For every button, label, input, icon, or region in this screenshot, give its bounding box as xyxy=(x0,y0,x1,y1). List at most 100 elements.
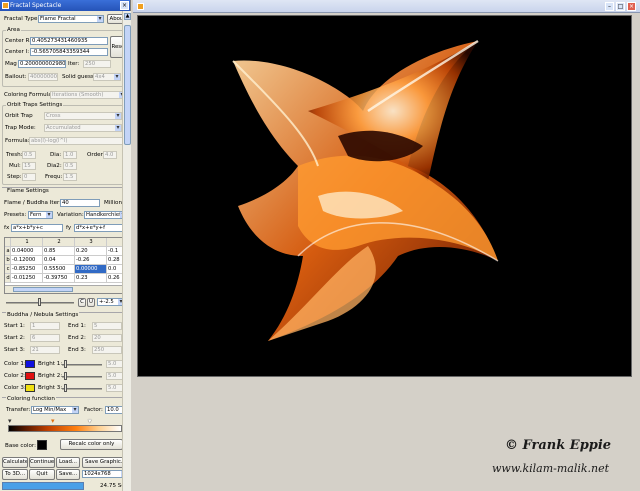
bright2-slider[interactable] xyxy=(62,376,102,378)
grid-cell[interactable]: 0.04 xyxy=(43,256,75,265)
range-select[interactable]: +-2.5 xyxy=(97,298,125,306)
flame-iter-label: Flame / Buddha Iter: xyxy=(4,200,62,206)
start1-input[interactable]: 1 xyxy=(30,322,60,330)
variation-slider-thumb[interactable] xyxy=(38,298,41,306)
thresh-input[interactable]: 0.5 xyxy=(22,151,36,159)
bright3-slider[interactable] xyxy=(62,388,102,390)
grid-cell[interactable]: -0.39750 xyxy=(43,274,75,283)
grid-cell-selected[interactable]: 0.00000 xyxy=(75,265,107,274)
fractal-canvas[interactable] xyxy=(137,15,632,377)
coloring-formula-select[interactable]: Iterations (Smooth) xyxy=(50,91,126,99)
scroll-thumb[interactable] xyxy=(124,25,131,145)
end1-input[interactable]: 5 xyxy=(92,322,122,330)
transfer-label: Transfer: xyxy=(6,407,31,413)
c-button[interactable]: C xyxy=(78,298,86,307)
panel-scrollbar[interactable]: ▲ xyxy=(122,11,131,491)
center-r-label: Center R: xyxy=(5,38,32,44)
order-input[interactable]: 4.0 xyxy=(103,151,117,159)
bright1-slider[interactable] xyxy=(62,364,102,366)
dia2-input[interactable]: 0.5 xyxy=(63,162,77,170)
quit-button[interactable]: Quit xyxy=(29,469,55,480)
gradient-stop-start-icon[interactable]: ▾ xyxy=(8,417,12,425)
grid-cell[interactable]: 0.55500 xyxy=(43,265,75,274)
trap-mode-label: Trap Mode: xyxy=(5,125,36,131)
variation-value: Handkerchief xyxy=(86,212,122,218)
render-close-icon[interactable]: × xyxy=(627,2,636,11)
dia-input[interactable]: 1.0 xyxy=(63,151,77,159)
start2-input[interactable]: 6 xyxy=(30,334,60,342)
grid-cell[interactable]: 0.20 xyxy=(75,247,107,256)
range-value: +-2.5 xyxy=(99,299,114,305)
color1-swatch[interactable] xyxy=(25,360,35,368)
iter-input[interactable]: 250 xyxy=(83,60,111,68)
fy-input[interactable]: d*x+e*y+f xyxy=(74,224,126,232)
bright3-thumb[interactable] xyxy=(64,384,67,392)
freq-input[interactable]: 1.5 xyxy=(63,173,77,181)
transfer-select[interactable]: Log Min/Max xyxy=(31,406,79,414)
size-value: 1024x768 xyxy=(84,471,111,477)
gradient-stop-mid-icon[interactable]: ▾ xyxy=(51,417,55,425)
flame-iter-input[interactable]: 40 xyxy=(60,199,100,207)
bailout-input[interactable]: 400000000 xyxy=(28,73,58,81)
recalc-color-button[interactable]: Recalc color only xyxy=(60,439,123,450)
grid-cell[interactable]: -0.85250 xyxy=(11,265,43,274)
progress-bar xyxy=(2,482,84,490)
close-button[interactable]: × xyxy=(120,1,129,10)
grid-cell[interactable]: -0.12000 xyxy=(11,256,43,265)
grid-cell[interactable]: -0.26 xyxy=(75,256,107,265)
scroll-up-icon[interactable]: ▲ xyxy=(124,13,131,20)
grid-cell[interactable]: -0.01250 xyxy=(11,274,43,283)
mag-input[interactable]: 0.2000000029802 xyxy=(18,60,66,68)
trap-mode-select[interactable]: Accumulated xyxy=(44,124,122,132)
center-r-input[interactable]: 0.405273431460935 xyxy=(30,37,108,45)
gradient-stop-end-icon[interactable]: ▾ xyxy=(88,417,92,425)
grid-horizontal-scrollbar[interactable] xyxy=(5,285,126,293)
calculate-button[interactable]: Calculate xyxy=(2,457,28,468)
step-input[interactable]: 0 xyxy=(22,173,36,181)
gradient-markers[interactable]: ▾ ▾ ▾ xyxy=(8,417,122,425)
load-button[interactable]: Load... xyxy=(56,457,80,468)
fx-label: fx xyxy=(4,225,10,231)
bright2-label: Bright 2: xyxy=(38,373,63,379)
grid-cell[interactable]: 0.04000 xyxy=(11,247,43,256)
orbit-trap-select[interactable]: Cross xyxy=(44,112,122,120)
save-button[interactable]: Save... xyxy=(56,469,80,480)
center-i-input[interactable]: -0.565705843359344 xyxy=(30,48,108,56)
color2-label: Color 2: xyxy=(4,373,26,379)
coloring-formula-value: Iterations (Smooth) xyxy=(52,92,104,98)
trap-mode-value: Accumulated xyxy=(46,125,81,131)
fractal-type-select[interactable]: Flame Fractal xyxy=(38,15,104,23)
to-3d-button[interactable]: To 3D... xyxy=(2,469,28,480)
u-button[interactable]: U xyxy=(87,298,95,307)
maximize-icon[interactable]: □ xyxy=(616,2,625,11)
grid-cell[interactable]: 0.23 xyxy=(75,274,107,283)
mul-input[interactable]: 15 xyxy=(22,162,36,170)
buddha-settings-title: Buddha / Nebula Settings xyxy=(6,312,80,319)
solid-guess-select[interactable]: 4x4 xyxy=(93,73,121,81)
bright1-label: Bright 1: xyxy=(38,361,63,367)
settings-panel: Fractal Spectacle × Fractal Type: Flame … xyxy=(0,0,131,491)
bright1-thumb[interactable] xyxy=(64,360,67,368)
fx-input[interactable]: a*x+b*y+c xyxy=(11,224,63,232)
formula-input[interactable]: abs(l)-log(l^l) xyxy=(29,137,126,145)
continue-button[interactable]: Continue xyxy=(29,457,55,468)
grid-cell[interactable]: 0.85 xyxy=(43,247,75,256)
freq-label: Frequ: xyxy=(45,174,63,180)
grid-scroll-thumb[interactable] xyxy=(13,287,73,292)
color2-swatch[interactable] xyxy=(25,372,35,380)
presets-select[interactable]: Fern xyxy=(28,211,53,219)
start3-input[interactable]: 21 xyxy=(30,346,60,354)
mag-label: Mag xyxy=(5,61,17,67)
base-color-swatch[interactable] xyxy=(37,440,47,450)
bright2-thumb[interactable] xyxy=(64,372,67,380)
end3-input[interactable]: 250 xyxy=(92,346,122,354)
minimize-icon[interactable]: – xyxy=(605,2,614,11)
color3-swatch[interactable] xyxy=(25,384,35,392)
iter-label: Iter: xyxy=(68,61,80,67)
end2-input[interactable]: 20 xyxy=(92,334,122,342)
color-gradient-bar[interactable] xyxy=(8,425,122,432)
variation-select[interactable]: Handkerchief xyxy=(84,211,127,219)
presets-value: Fern xyxy=(30,212,42,218)
render-title-bar: – □ × xyxy=(133,0,640,13)
end2-label: End 2: xyxy=(68,335,86,341)
